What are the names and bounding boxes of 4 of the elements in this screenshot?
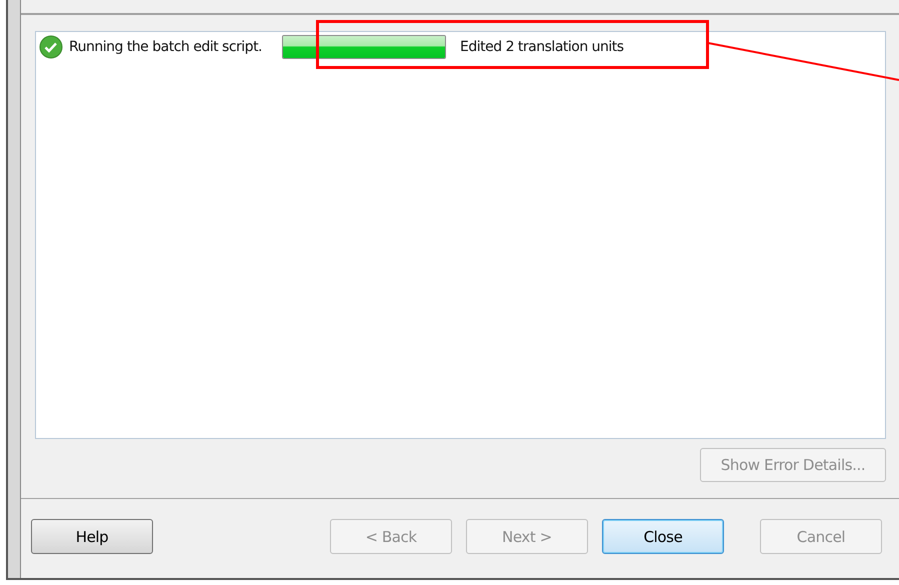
- dialog-button[interactable]: Close: [602, 519, 724, 554]
- dialog-button[interactable]: Help: [31, 519, 153, 554]
- log-message: Running the batch edit script.: [69, 39, 262, 55]
- result-text: Edited 2 translation units: [460, 39, 624, 55]
